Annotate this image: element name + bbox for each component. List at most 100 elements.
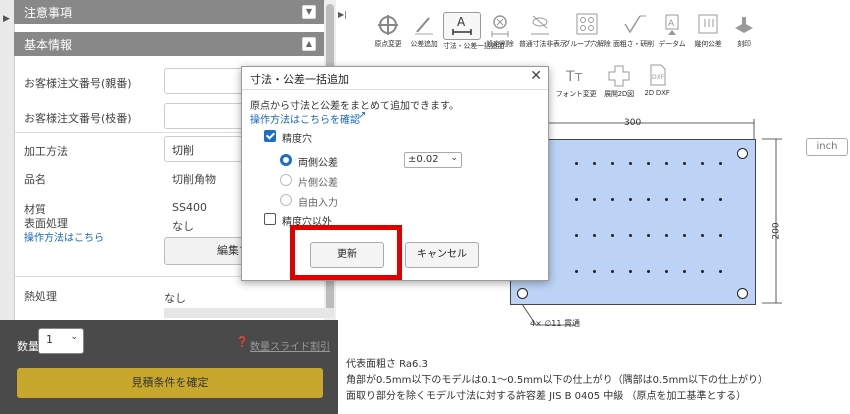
plate-hole <box>683 234 686 237</box>
precision-hole-checkbox[interactable] <box>264 130 276 142</box>
svg-text:Tт: Tт <box>565 69 583 85</box>
tool-unfold-2d[interactable]: 展開2D図 <box>602 62 636 99</box>
tolerance-select[interactable]: ±0.02 ⌄ <box>404 152 462 168</box>
plate-hole <box>593 198 596 201</box>
hole-callout: 4× ∅11 貫通 <box>530 319 581 328</box>
field-label: お客様注文番号(枝番) <box>24 112 132 125</box>
tool-label: フォント変更 <box>555 90 597 98</box>
precision-hole-label: 精度穴 <box>282 134 312 145</box>
radio-free-input[interactable] <box>280 194 292 206</box>
plate-hole <box>701 198 704 201</box>
plate-hole <box>611 198 614 201</box>
non-precision-checkbox[interactable] <box>264 213 276 225</box>
field-label: 品名 <box>24 173 46 186</box>
chevron-up-icon[interactable]: ▲ <box>302 37 316 51</box>
info-icon: ❓ <box>236 337 249 348</box>
radio-both-tolerance[interactable] <box>280 154 292 166</box>
tool-label: 普通寸法非表示 <box>519 40 567 48</box>
plate-hole <box>719 270 722 273</box>
field-label: お客様注文番号(親番) <box>24 77 132 90</box>
chevron-right-icon: ▶ <box>3 14 10 24</box>
tool-label: データム <box>658 40 686 48</box>
qty-select[interactable]: 1 ⌄ <box>38 328 84 354</box>
tool-hide-general-dim[interactable]: 普通寸法非表示 <box>519 12 567 51</box>
tool-2d-dxf[interactable]: DXF 2D DXF <box>640 62 674 99</box>
chevron-down-icon: ⌄ <box>450 153 458 163</box>
corner-hole <box>517 288 528 299</box>
plate-hole <box>629 270 632 273</box>
plate-hole <box>701 234 704 237</box>
plate-hole <box>629 162 632 165</box>
dialog-howto-link[interactable]: 操作方法はこちらを確認 <box>250 111 360 126</box>
plate-hole <box>647 234 650 237</box>
plate-hole <box>683 198 686 201</box>
qty-value: 1 <box>46 333 53 346</box>
plate-hole <box>701 162 704 165</box>
plate-hole <box>665 198 668 201</box>
tool-label: 幾何公差 <box>694 40 722 48</box>
cancel-button[interactable]: キャンセル <box>405 242 479 268</box>
tool-label: 寸法・公差一括追加 <box>443 42 505 50</box>
note-line: 代表面粗さ Ra6.3 <box>346 359 428 370</box>
height-dimension: 200 <box>771 222 782 240</box>
tool-delete-setting[interactable]: 設定削除 <box>483 12 517 51</box>
highlight-box <box>290 225 402 280</box>
collapse-right-button[interactable]: ▶| <box>338 10 348 30</box>
confirm-button[interactable]: 見積条件を確定 <box>17 368 323 398</box>
svg-text:DXF: DXF <box>652 74 665 81</box>
plate-hole <box>611 270 614 273</box>
plate-hole <box>665 270 668 273</box>
corner-hole <box>737 288 748 299</box>
plate-hole <box>629 198 632 201</box>
plate-hole <box>647 198 650 201</box>
close-icon[interactable]: ✕ <box>530 68 542 84</box>
tool-ungroup-holes[interactable]: グループ穴解除 <box>563 12 611 51</box>
surface-value: なし <box>172 220 194 233</box>
tool-label: 公差追加 <box>410 40 438 48</box>
collapse-left-button[interactable]: ▶ <box>0 0 15 320</box>
external-link-icon: ↗ <box>358 110 367 121</box>
plate-hole <box>647 270 650 273</box>
tool-label: 設定削除 <box>486 40 514 48</box>
plate-hole <box>593 162 596 165</box>
field-label: 熱処理 <box>24 290 57 303</box>
plate-hole <box>683 270 686 273</box>
howto-link[interactable]: 操作方法はこちら <box>24 229 104 244</box>
divider <box>242 89 548 90</box>
tool-stamp[interactable]: 刻印 <box>727 12 761 51</box>
tool-label: グループ穴解除 <box>563 40 611 48</box>
plate-hole <box>683 162 686 165</box>
tool-origin[interactable]: 原点変更 <box>371 12 405 51</box>
plate-hole <box>665 162 668 165</box>
radio-label: 片側公差 <box>298 178 338 189</box>
plate-hole <box>719 162 722 165</box>
heat-value: なし <box>164 292 186 305</box>
plate-hole <box>611 162 614 165</box>
radio-one-side-tolerance[interactable] <box>280 174 292 186</box>
svg-text:A: A <box>457 15 466 29</box>
inch-toggle-button[interactable]: inch <box>806 138 848 156</box>
width-dimension: 300 <box>624 118 642 128</box>
field-label: 加工方法 <box>24 145 68 158</box>
note-line: 角部が0.5mm以下のモデルは0.1～0.5mm以下の仕上がり（隅部は0.5mm… <box>346 375 769 386</box>
tool-bulk-add[interactable]: A 寸法・公差一括追加 <box>443 12 505 51</box>
section-notes-title: 注意事項 <box>24 6 73 20</box>
qty-slide-link[interactable]: 数量スライド割引 <box>250 338 330 353</box>
plate-hole <box>611 234 614 237</box>
chevron-down-icon: ⌄ <box>70 332 78 342</box>
material-value: SS400 <box>172 201 207 214</box>
plate-hole <box>701 270 704 273</box>
plate-hole <box>593 270 596 273</box>
tool-roughness[interactable]: 面粗さ・研削 <box>613 12 654 51</box>
tool-font-change[interactable]: Tт フォント変更 <box>554 62 598 99</box>
tool-geometric[interactable]: 幾何公差 <box>691 12 725 51</box>
section-basic[interactable]: 基本情報 ▲ <box>14 32 324 56</box>
section-basic-title: 基本情報 <box>24 38 73 52</box>
chevron-down-icon[interactable]: ▼ <box>302 5 316 19</box>
tool-add-tolerance[interactable]: 公差追加 <box>407 12 441 51</box>
heat-field[interactable] <box>164 308 334 318</box>
section-notes[interactable]: 注意事項 ▼ <box>14 0 324 24</box>
plate-hole <box>575 234 578 237</box>
tolerance-value: ±0.02 <box>408 154 439 165</box>
tool-datum[interactable]: A データム <box>655 12 689 51</box>
